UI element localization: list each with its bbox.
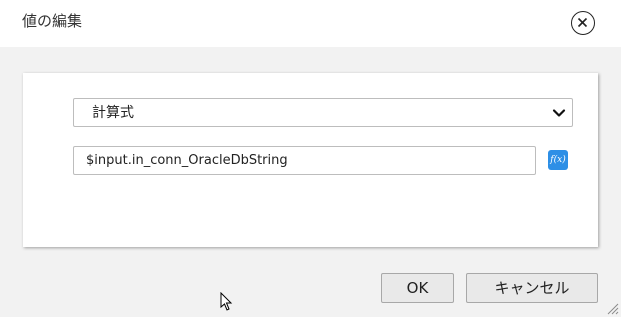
ok-button[interactable]: OK bbox=[381, 273, 454, 303]
expression-type-select[interactable]: 計算式 bbox=[73, 98, 573, 127]
resize-grip-icon[interactable] bbox=[605, 301, 619, 315]
expression-input[interactable] bbox=[73, 146, 536, 175]
dialog-header: 値の編集 bbox=[0, 0, 621, 47]
function-icon: f(x) bbox=[550, 155, 566, 165]
function-editor-button[interactable]: f(x) bbox=[548, 150, 568, 170]
mouse-pointer-icon bbox=[220, 292, 233, 311]
dialog-title: 値の編集 bbox=[22, 12, 83, 30]
close-icon bbox=[577, 17, 588, 28]
edit-value-dialog: 値の編集 計算式 f(x) OK キャンセル bbox=[0, 0, 621, 317]
close-button[interactable] bbox=[571, 11, 595, 35]
cancel-button[interactable]: キャンセル bbox=[466, 273, 598, 303]
dialog-body-panel: 計算式 f(x) bbox=[23, 73, 598, 247]
expression-type-value: 計算式 bbox=[92, 105, 134, 121]
chevron-down-icon bbox=[552, 109, 566, 117]
